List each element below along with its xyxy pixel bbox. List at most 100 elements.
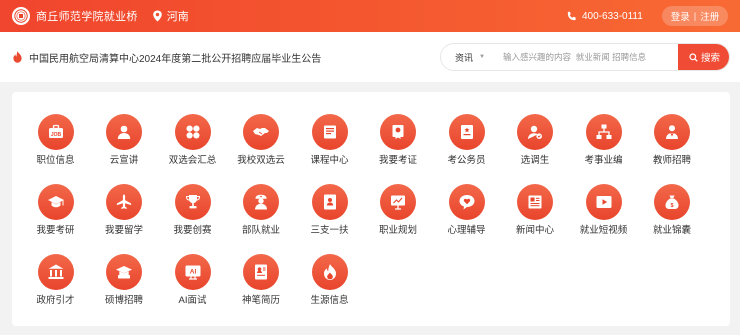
service-label: 三支一扶 (310, 225, 349, 236)
service-label: 双选会汇总 (168, 155, 217, 166)
job-icon: JOB (37, 114, 74, 150)
service-tile[interactable]: 我校双选云 (227, 114, 295, 180)
service-tile[interactable]: 部队就业 (227, 184, 295, 250)
service-tile[interactable]: 三支一扶 (296, 184, 364, 250)
service-grid: JOB 职位信息 云宣讲 双选会汇总 我校双选云 课程中心 我要考证 考公务员 选调生 考事业编 教… (12, 92, 730, 326)
service-label: 新闻中心 (515, 225, 554, 236)
location-pin-icon (152, 10, 162, 22)
search-input[interactable] (499, 47, 675, 67)
service-label: 我要创赛 (173, 225, 212, 236)
service-label: 神笔简历 (241, 295, 280, 306)
school-emblem-icon (12, 7, 30, 25)
newspaper-icon (517, 184, 553, 220)
ai-interview-icon: AI (174, 254, 211, 290)
svg-text:JOB: JOB (50, 132, 61, 138)
heart-chat-icon (448, 184, 485, 220)
service-label: 考事业编 (584, 155, 623, 166)
search-box: 资讯 ▼ 搜索 (440, 43, 730, 71)
video-icon (585, 184, 622, 220)
service-label: 教师招聘 (652, 155, 691, 166)
location-text: 河南 (166, 11, 189, 23)
service-label: 部队就业 (241, 225, 280, 236)
service-tile[interactable]: 我要考证 (364, 114, 432, 180)
service-tile[interactable]: 心理辅导 (433, 184, 501, 250)
service-tile[interactable]: 硕博招聘 (90, 254, 158, 320)
org-chart-icon (585, 114, 622, 150)
service-label: 我校双选云 (237, 155, 285, 166)
service-label: 硕博招聘 (104, 295, 143, 306)
service-label: 政府引才 (36, 295, 75, 306)
service-label: 我要留学 (104, 225, 143, 236)
flame-icon (311, 254, 348, 290)
service-label: 就业锦囊 (652, 225, 691, 236)
service-tile[interactable]: 就业短视频 (570, 184, 638, 250)
service-tile[interactable]: 生源信息 (296, 254, 364, 320)
register-button[interactable]: 注册 (700, 9, 719, 23)
government-icon (37, 254, 74, 290)
hotline: 400-633-0111 (566, 0, 643, 32)
service-label: 就业短视频 (579, 225, 628, 236)
svg-text:$: $ (670, 203, 673, 209)
service-label: 我要考研 (36, 225, 75, 236)
search-button-label: 搜索 (700, 53, 720, 64)
service-tile[interactable]: 云宣讲 (90, 114, 158, 180)
auth-buttons: 登录 | 注册 (662, 6, 728, 26)
announcement[interactable]: 中国民用航空局清算中心2024年度第二批公开招聘应届毕业生公告 (12, 32, 321, 82)
service-tile[interactable]: 考事业编 (570, 114, 638, 180)
service-label: 我要考证 (378, 155, 417, 166)
announcement-text: 中国民用航空局清算中心2024年度第二批公开招聘应届毕业生公告 (29, 53, 322, 65)
service-label: 云宣讲 (109, 155, 139, 166)
grid-icon (174, 114, 211, 150)
service-label: 生源信息 (310, 295, 349, 306)
flame-icon (13, 51, 22, 63)
service-label: 课程中心 (310, 155, 349, 166)
search-category-select[interactable]: 资讯 ▼ (441, 44, 485, 70)
selection-icon (517, 114, 553, 150)
location-selector[interactable]: 河南 (152, 8, 189, 24)
top-header: 商丘师范学院就业桥 河南 400-633-0111 登录 | 注册 (0, 0, 740, 32)
service-tile[interactable]: 职业规划 (364, 184, 432, 250)
service-tile[interactable]: 双选会汇总 (159, 114, 227, 180)
service-tile[interactable]: 选调生 (501, 114, 569, 180)
search-button[interactable]: 搜索 (678, 44, 729, 70)
service-label: 职位信息 (36, 155, 75, 166)
service-label: 考公务员 (447, 155, 486, 166)
airplane-icon (106, 184, 142, 220)
service-tile[interactable]: AI AI面试 (159, 254, 227, 320)
resume-icon (243, 254, 279, 290)
graduation-cap-icon (37, 184, 74, 220)
caret-down-icon: ▼ (479, 54, 485, 60)
book-icon (311, 114, 348, 150)
handshake-icon (243, 114, 279, 150)
service-tile[interactable]: 政府引才 (22, 254, 90, 320)
notice-search-bar: 中国民用航空局清算中心2024年度第二批公开招聘应届毕业生公告 资讯 ▼ 搜索 (0, 32, 740, 82)
service-tile[interactable]: 考公务员 (433, 114, 501, 180)
user-icon (106, 114, 142, 150)
phone-number: 400-633-0111 (582, 10, 643, 22)
bag-icon: $ (654, 184, 690, 220)
login-button[interactable]: 登录 (671, 9, 690, 23)
chart-board-icon (380, 184, 416, 220)
document-person-icon (311, 184, 348, 220)
service-tile[interactable]: 教师招聘 (638, 114, 706, 180)
svg-text:AI: AI (189, 269, 196, 276)
civil-servant-icon (448, 114, 485, 150)
teacher-icon (654, 114, 690, 150)
service-tile[interactable]: 我要创赛 (159, 184, 227, 250)
search-category-label: 资讯 (455, 52, 474, 63)
site-logo[interactable]: 商丘师范学院就业桥 (12, 7, 138, 25)
service-tile[interactable]: 我要留学 (90, 184, 158, 250)
auth-separator: | (693, 10, 697, 22)
service-tile[interactable]: 神笔简历 (227, 254, 295, 320)
service-label: AI面试 (178, 295, 207, 306)
doctor-cap-icon (106, 254, 142, 290)
service-tile[interactable]: 我要考研 (22, 184, 90, 250)
service-tile[interactable]: 课程中心 (296, 114, 364, 180)
service-tile[interactable]: 新闻中心 (501, 184, 569, 250)
certificate-icon (380, 114, 416, 150)
phone-icon (567, 11, 576, 20)
search-icon (689, 52, 698, 62)
trophy-icon (174, 184, 211, 220)
service-tile[interactable]: JOB 职位信息 (22, 114, 90, 180)
service-tile[interactable]: $ 就业锦囊 (638, 184, 706, 250)
